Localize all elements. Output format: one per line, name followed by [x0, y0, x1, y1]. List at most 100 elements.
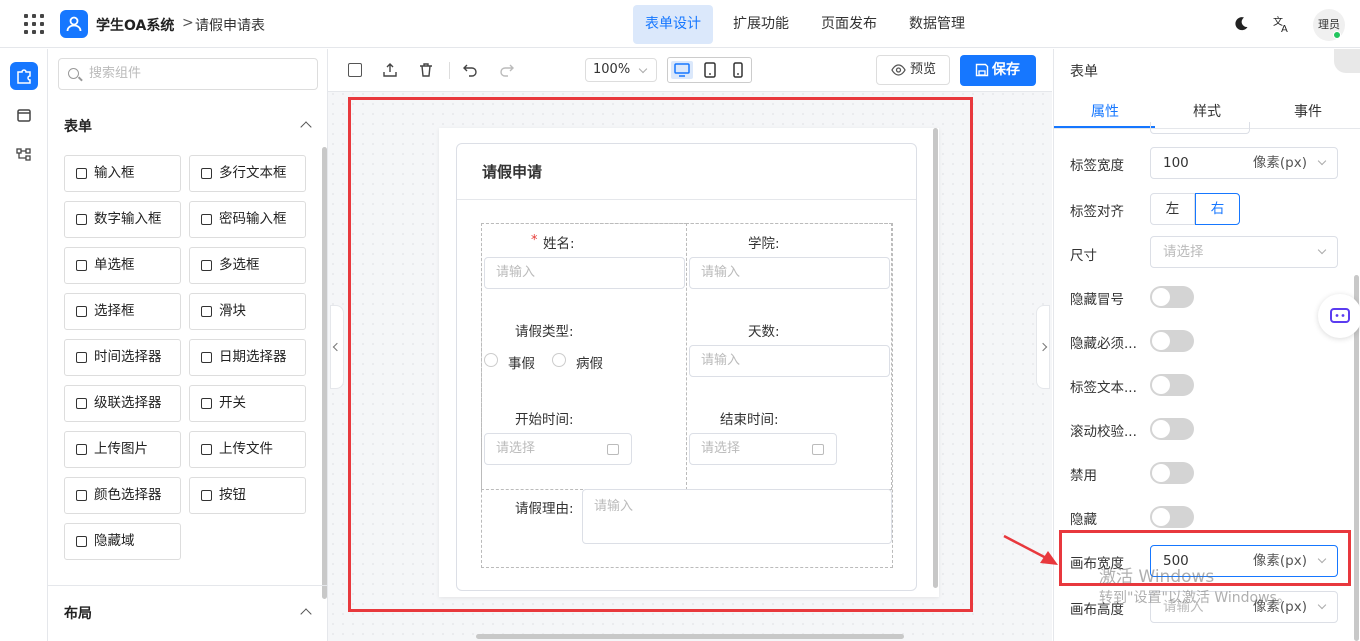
tablet-device-icon[interactable]	[699, 61, 721, 79]
radio-sick-leave[interactable]	[552, 353, 566, 367]
size-placeholder: 请选择	[1163, 244, 1204, 260]
component-image-button[interactable]: 上传图片	[64, 431, 181, 468]
translate-icon[interactable]: 文A	[1273, 15, 1291, 33]
button-icon	[201, 490, 212, 501]
app-logo-icon	[60, 10, 88, 38]
search-input[interactable]: 搜索组件	[58, 58, 318, 90]
tab-data-management[interactable]: 数据管理	[897, 5, 977, 44]
upload-icon	[201, 444, 212, 455]
radio-label-sick-leave: 病假	[576, 356, 603, 372]
tab-publish[interactable]: 页面发布	[809, 5, 889, 44]
divider	[457, 199, 916, 200]
preview-button[interactable]: 预览	[876, 55, 950, 85]
apps-grid-icon[interactable]	[24, 14, 44, 34]
redo-icon[interactable]	[499, 63, 514, 77]
chevron-down-icon	[1317, 156, 1327, 166]
end-date-picker[interactable]: 请选择	[689, 433, 837, 465]
start-date-picker[interactable]: 请选择	[484, 433, 632, 465]
size-select[interactable]: 请选择	[1150, 236, 1338, 268]
scroll-validate-switch[interactable]	[1150, 418, 1194, 440]
component-cascader-button[interactable]: 级联选择器	[64, 385, 181, 422]
component-radio-button[interactable]: 单选框	[64, 247, 181, 284]
preview-eye-icon	[891, 64, 906, 76]
zoom-select[interactable]: 100%	[585, 58, 657, 82]
align-left-button[interactable]: 左	[1150, 193, 1195, 225]
canvas-scrollbar[interactable]	[933, 128, 938, 588]
days-input[interactable]: 请输入	[689, 345, 890, 377]
tab-styles[interactable]: 样式	[1193, 101, 1221, 121]
component-slider-button[interactable]: 滑块	[189, 293, 306, 330]
name-input[interactable]: 请输入	[484, 257, 685, 289]
tab-events[interactable]: 事件	[1294, 101, 1322, 121]
eye-off-icon	[76, 536, 87, 547]
fullscreen-corner-icon[interactable]	[1334, 49, 1360, 73]
tree-structure-icon[interactable]	[10, 141, 38, 169]
component-label: 日期选择器	[219, 349, 287, 365]
tab-extensions[interactable]: 扩展功能	[721, 5, 801, 44]
components-puzzle-icon[interactable]	[10, 62, 38, 90]
device-switcher	[667, 57, 752, 83]
export-icon[interactable]	[382, 62, 398, 78]
hide-required-switch[interactable]	[1150, 330, 1194, 352]
tab-form-design[interactable]: 表单设计	[633, 5, 713, 44]
component-clock-button[interactable]: 时间选择器	[64, 339, 181, 376]
save-button[interactable]: 保存	[960, 55, 1036, 86]
desktop-device-icon[interactable]	[671, 61, 693, 79]
start-time-label: 开始时间:	[515, 412, 574, 428]
component-upload-button[interactable]: 上传文件	[189, 431, 306, 468]
label-align-label: 标签对齐	[1070, 204, 1124, 220]
form-canvas[interactable]: 请假申请 * 姓名: 请输入 学院: 请输入 请假类型: 事假 病假 天数: 请…	[439, 128, 939, 597]
code-block-icon[interactable]	[10, 102, 38, 130]
image-icon	[76, 444, 87, 455]
canvas-horizontal-scrollbar[interactable]	[476, 634, 904, 639]
label-width-input[interactable]: 100 像素(px)	[1150, 147, 1338, 179]
component-label: 开关	[219, 395, 246, 411]
disabled-switch[interactable]	[1150, 462, 1194, 484]
component-switch-button[interactable]: 开关	[189, 385, 306, 422]
tab-properties[interactable]: 属性	[1091, 101, 1119, 121]
label-text-switch[interactable]	[1150, 374, 1194, 396]
component-pencil-button[interactable]: 输入框	[64, 155, 181, 192]
component-select-button[interactable]: 选择框	[64, 293, 181, 330]
hide-colon-switch[interactable]	[1150, 286, 1194, 308]
form-container[interactable]: 请假申请 * 姓名: 请输入 学院: 请输入 请假类型: 事假 病假 天数: 请…	[456, 143, 917, 591]
assistant-float-button[interactable]	[1318, 294, 1360, 338]
code-icon[interactable]	[348, 63, 362, 77]
component-calendar-button[interactable]: 日期选择器	[189, 339, 306, 376]
align-right-button[interactable]: 右	[1195, 193, 1240, 225]
chevron-down-icon	[1317, 600, 1327, 610]
component-palette-button[interactable]: 颜色选择器	[64, 477, 181, 514]
college-input[interactable]: 请输入	[689, 257, 890, 289]
panel-scrollbar[interactable]	[322, 147, 327, 599]
search-placeholder: 搜索组件	[89, 66, 142, 81]
reason-textarea[interactable]: 请输入	[582, 489, 892, 544]
radio-personal-leave[interactable]	[484, 353, 498, 367]
number-icon	[76, 214, 87, 225]
component-number-button[interactable]: 数字输入框	[64, 201, 181, 238]
chevron-up-icon[interactable]	[300, 121, 312, 133]
left-rail	[0, 49, 48, 641]
size-label: 尺寸	[1070, 248, 1097, 264]
component-label: 多行文本框	[219, 165, 287, 181]
palette-icon	[76, 490, 87, 501]
right-collapse-handle[interactable]	[1036, 305, 1050, 389]
days-label: 天数:	[748, 324, 780, 340]
left-collapse-handle[interactable]	[330, 305, 344, 389]
component-eye-off-button[interactable]: 隐藏域	[64, 523, 181, 560]
component-textarea-button[interactable]: 多行文本框	[189, 155, 306, 192]
chevron-up-icon[interactable]	[300, 608, 312, 620]
mobile-device-icon[interactable]	[727, 61, 749, 79]
component-label: 输入框	[94, 165, 135, 181]
undo-icon[interactable]	[463, 63, 478, 77]
dark-mode-moon-icon[interactable]	[1233, 16, 1249, 32]
hidden-switch[interactable]	[1150, 506, 1194, 528]
component-checkbox-button[interactable]: 多选框	[189, 247, 306, 284]
chevron-down-icon	[1317, 245, 1327, 255]
canvas-toolbar: 100% 预览 保存	[328, 49, 1052, 92]
delete-trash-icon[interactable]	[418, 62, 434, 78]
component-button-button[interactable]: 按钮	[189, 477, 306, 514]
breadcrumb[interactable]: 请假申请表	[195, 15, 265, 35]
checkbox-icon	[201, 260, 212, 271]
component-lock-button[interactable]: 密码输入框	[189, 201, 306, 238]
lock-icon	[201, 214, 212, 225]
